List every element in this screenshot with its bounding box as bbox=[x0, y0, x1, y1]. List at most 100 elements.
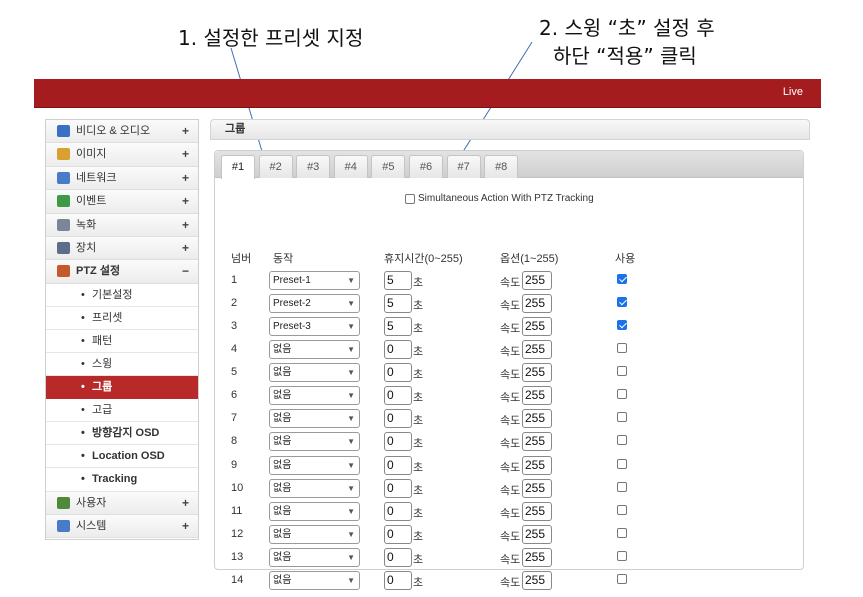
action-select[interactable]: 없음 ▼ bbox=[269, 455, 360, 475]
use-checkbox[interactable] bbox=[617, 458, 627, 469]
sidebar-subitem-8[interactable]: • Tracking bbox=[46, 468, 198, 492]
action-select[interactable]: 없음 ▼ bbox=[269, 547, 360, 567]
sidebar-item-6[interactable]: PTZ 설정 − bbox=[46, 260, 198, 284]
sidebar-item-2[interactable]: 네트워크 + bbox=[46, 166, 198, 191]
collapse-icon[interactable]: − bbox=[182, 260, 189, 282]
action-select[interactable]: 없음 ▼ bbox=[269, 570, 360, 590]
action-select[interactable]: 없음 ▼ bbox=[269, 524, 360, 544]
speed-input[interactable]: 255 bbox=[522, 363, 552, 383]
dwell-time-input[interactable]: 0 bbox=[384, 501, 412, 521]
expand-icon[interactable]: + bbox=[182, 492, 189, 514]
sidebar-subitem-0[interactable]: • 기본설정 bbox=[46, 283, 198, 307]
sidebar-subitem-6[interactable]: • 방향감지 OSD bbox=[46, 422, 198, 446]
expand-icon[interactable]: + bbox=[182, 143, 189, 165]
sidebar-subitem-5[interactable]: • 고급 bbox=[46, 399, 198, 423]
tab-5[interactable]: #5 bbox=[371, 155, 406, 178]
sidebar-item-1[interactable]: 이미지 + bbox=[46, 143, 198, 167]
tab-6[interactable]: #6 bbox=[409, 155, 443, 178]
sidebar-item-3[interactable]: 이벤트 + bbox=[46, 190, 198, 214]
sidebar-item-4[interactable]: 녹화 + bbox=[46, 213, 198, 237]
tab-8[interactable]: #8 bbox=[484, 155, 519, 178]
sidebar-menu: 비디오 & 오디오 + 이미지 + 네트워크 + 이벤트 + 녹화 + 장치 + PTZ 설정 − • 기본설… bbox=[45, 119, 199, 540]
speed-input[interactable]: 255 bbox=[522, 570, 552, 590]
speed-input[interactable]: 255 bbox=[522, 501, 552, 521]
sidebar-bottom-item-0[interactable]: 사용자 + bbox=[46, 491, 198, 515]
dwell-time-input[interactable]: 0 bbox=[384, 363, 412, 383]
dwell-time-input[interactable]: 0 bbox=[384, 570, 412, 590]
dwell-time-input[interactable]: 5 bbox=[384, 271, 412, 290]
tab-7[interactable]: #7 bbox=[446, 155, 481, 178]
speed-label: 속도 bbox=[500, 461, 521, 474]
dwell-time-input[interactable]: 0 bbox=[384, 547, 412, 567]
action-select[interactable]: Preset-1 ▼ bbox=[269, 271, 360, 290]
speed-input[interactable]: 255 bbox=[522, 294, 552, 314]
tab-2[interactable]: #2 bbox=[258, 155, 293, 178]
speed-input[interactable]: 255 bbox=[522, 547, 552, 567]
speed-input[interactable]: 255 bbox=[522, 524, 552, 544]
speed-input[interactable]: 255 bbox=[522, 478, 552, 498]
action-select[interactable]: Preset-3 ▼ bbox=[269, 317, 360, 337]
use-checkbox[interactable] bbox=[617, 343, 627, 354]
sidebar-subitem-1[interactable]: • 프리셋 bbox=[46, 306, 198, 330]
use-checkbox[interactable] bbox=[617, 274, 627, 284]
sidebar-subitem-2[interactable]: • 패턴 bbox=[46, 329, 198, 354]
action-select[interactable]: 없음 ▼ bbox=[269, 478, 360, 498]
speed-input[interactable]: 255 bbox=[522, 386, 552, 406]
use-checkbox[interactable] bbox=[617, 527, 627, 538]
expand-icon[interactable]: + bbox=[182, 515, 189, 537]
speed-input[interactable]: 255 bbox=[522, 271, 552, 290]
expand-icon[interactable]: + bbox=[182, 214, 189, 236]
action-select[interactable]: 없음 ▼ bbox=[269, 340, 360, 360]
seconds-unit: 초 bbox=[413, 415, 424, 428]
use-checkbox[interactable] bbox=[617, 297, 627, 308]
use-checkbox[interactable] bbox=[617, 389, 627, 400]
dwell-time-input[interactable]: 0 bbox=[384, 455, 412, 475]
use-checkbox[interactable] bbox=[617, 435, 627, 446]
dwell-time-input[interactable]: 0 bbox=[384, 478, 412, 498]
table-row: 6 없음 ▼ 0 초 속도 255 bbox=[215, 384, 805, 407]
dwell-time-input[interactable]: 5 bbox=[384, 317, 412, 337]
sidebar-item-0[interactable]: 비디오 & 오디오 + bbox=[46, 120, 198, 144]
dwell-time-input[interactable]: 0 bbox=[384, 340, 412, 360]
action-select[interactable]: 없음 ▼ bbox=[269, 386, 360, 406]
tab-4[interactable]: #4 bbox=[333, 155, 368, 178]
action-select[interactable]: Preset-2 ▼ bbox=[269, 294, 360, 314]
row-number: 9 bbox=[231, 458, 238, 471]
use-checkbox[interactable] bbox=[617, 481, 627, 492]
dwell-time-input[interactable]: 5 bbox=[384, 294, 412, 314]
use-checkbox[interactable] bbox=[617, 412, 627, 423]
live-link[interactable]: Live bbox=[783, 86, 803, 98]
sidebar-subitem-3[interactable]: • 스윙 bbox=[46, 353, 198, 377]
simultaneous-action-checkbox[interactable] bbox=[405, 193, 415, 204]
dwell-time-input[interactable]: 0 bbox=[384, 409, 412, 429]
tab-3[interactable]: #3 bbox=[296, 155, 331, 178]
sidebar-subitem-7[interactable]: • Location OSD bbox=[46, 445, 198, 469]
speed-input[interactable]: 255 bbox=[522, 432, 552, 452]
speed-input[interactable]: 255 bbox=[522, 409, 552, 429]
simultaneous-action-option[interactable]: Simultaneous Action With PTZ Tracking bbox=[405, 193, 594, 204]
action-select[interactable]: 없음 ▼ bbox=[269, 432, 360, 452]
expand-icon[interactable]: + bbox=[182, 237, 189, 259]
speed-input[interactable]: 255 bbox=[522, 317, 552, 337]
use-checkbox[interactable] bbox=[617, 504, 627, 515]
expand-icon[interactable]: + bbox=[182, 190, 189, 212]
expand-icon[interactable]: + bbox=[182, 120, 189, 142]
tab-1[interactable]: #1 bbox=[221, 155, 255, 179]
dwell-time-input[interactable]: 0 bbox=[384, 524, 412, 544]
sidebar-item-5[interactable]: 장치 + bbox=[46, 236, 198, 261]
expand-icon[interactable]: + bbox=[182, 167, 189, 189]
speed-input[interactable]: 255 bbox=[522, 455, 552, 475]
speed-input[interactable]: 255 bbox=[522, 340, 552, 360]
dwell-time-input[interactable]: 0 bbox=[384, 432, 412, 452]
action-select-value: 없음 bbox=[273, 367, 292, 379]
use-checkbox[interactable] bbox=[617, 366, 627, 377]
action-select[interactable]: 없음 ▼ bbox=[269, 501, 360, 521]
use-checkbox[interactable] bbox=[617, 550, 627, 561]
use-checkbox[interactable] bbox=[617, 573, 627, 584]
sidebar-subitem-4[interactable]: • 그룹 bbox=[46, 376, 198, 400]
action-select[interactable]: 없음 ▼ bbox=[269, 409, 360, 429]
use-checkbox[interactable] bbox=[617, 320, 627, 331]
action-select[interactable]: 없음 ▼ bbox=[269, 363, 360, 383]
sidebar-bottom-item-1[interactable]: 시스템 + bbox=[46, 514, 198, 539]
dwell-time-input[interactable]: 0 bbox=[384, 386, 412, 406]
